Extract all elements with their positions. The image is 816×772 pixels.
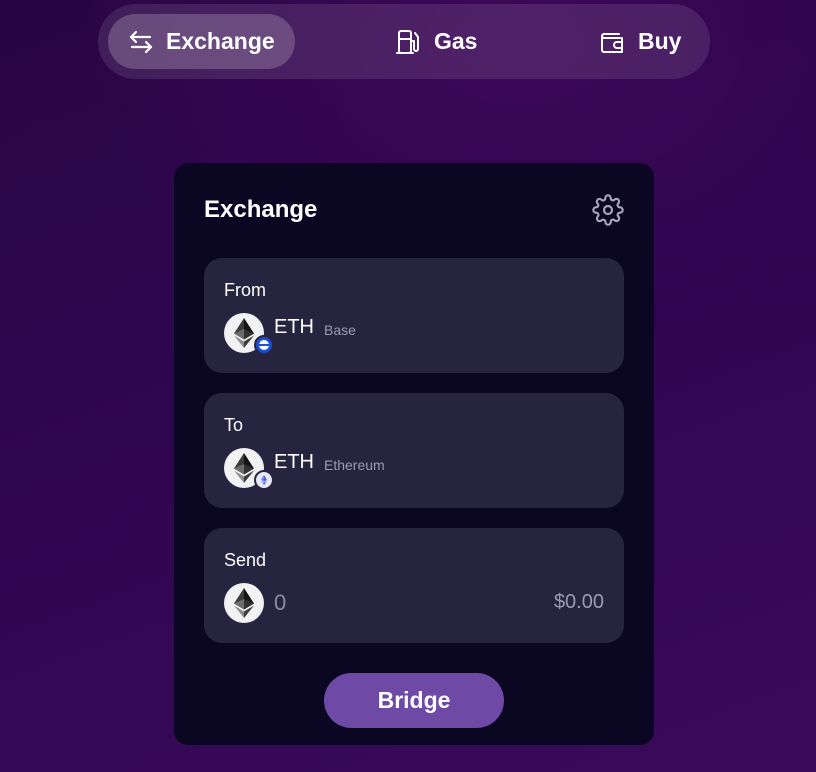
ethereum-icon — [224, 448, 274, 490]
send-amount-input[interactable] — [274, 588, 474, 618]
tab-gas[interactable]: Gas — [396, 14, 486, 69]
from-token-selector[interactable]: From ETH Base — [204, 258, 624, 373]
tab-exchange-label: Exchange — [166, 28, 275, 54]
from-token-symbol: ETH — [274, 316, 314, 338]
tab-gas-label: Gas — [434, 28, 478, 54]
top-nav: Exchange Gas Buy — [98, 4, 710, 79]
usd-value: $0.00 — [553, 591, 604, 613]
ethereum-icon — [224, 583, 264, 623]
tab-buy[interactable]: Buy — [598, 14, 688, 69]
gear-icon — [592, 194, 624, 230]
exchange-card: Exchange From ETH Base To ETH Ethereum S… — [174, 163, 654, 745]
from-label: From — [224, 280, 266, 300]
card-title: Exchange — [204, 196, 318, 223]
tab-exchange[interactable]: Exchange — [108, 14, 295, 69]
tab-buy-label: Buy — [638, 28, 682, 54]
from-token-network: Base — [324, 322, 356, 338]
to-label: To — [224, 415, 244, 435]
ethereum-icon — [224, 313, 274, 355]
to-token-selector[interactable]: To ETH Ethereum — [204, 393, 624, 508]
base-chain-icon — [254, 335, 274, 355]
gas-pump-icon — [396, 28, 422, 56]
to-token-network: Ethereum — [324, 457, 385, 473]
send-label: Send — [224, 550, 267, 570]
send-panel: Send $0.00 — [204, 528, 624, 643]
to-token-symbol: ETH — [274, 451, 314, 473]
ethereum-chain-icon — [254, 470, 274, 490]
settings-button[interactable] — [592, 194, 624, 226]
bridge-button[interactable]: Bridge — [324, 673, 504, 728]
arrows-exchange-icon — [128, 29, 154, 55]
wallet-icon — [598, 29, 626, 55]
